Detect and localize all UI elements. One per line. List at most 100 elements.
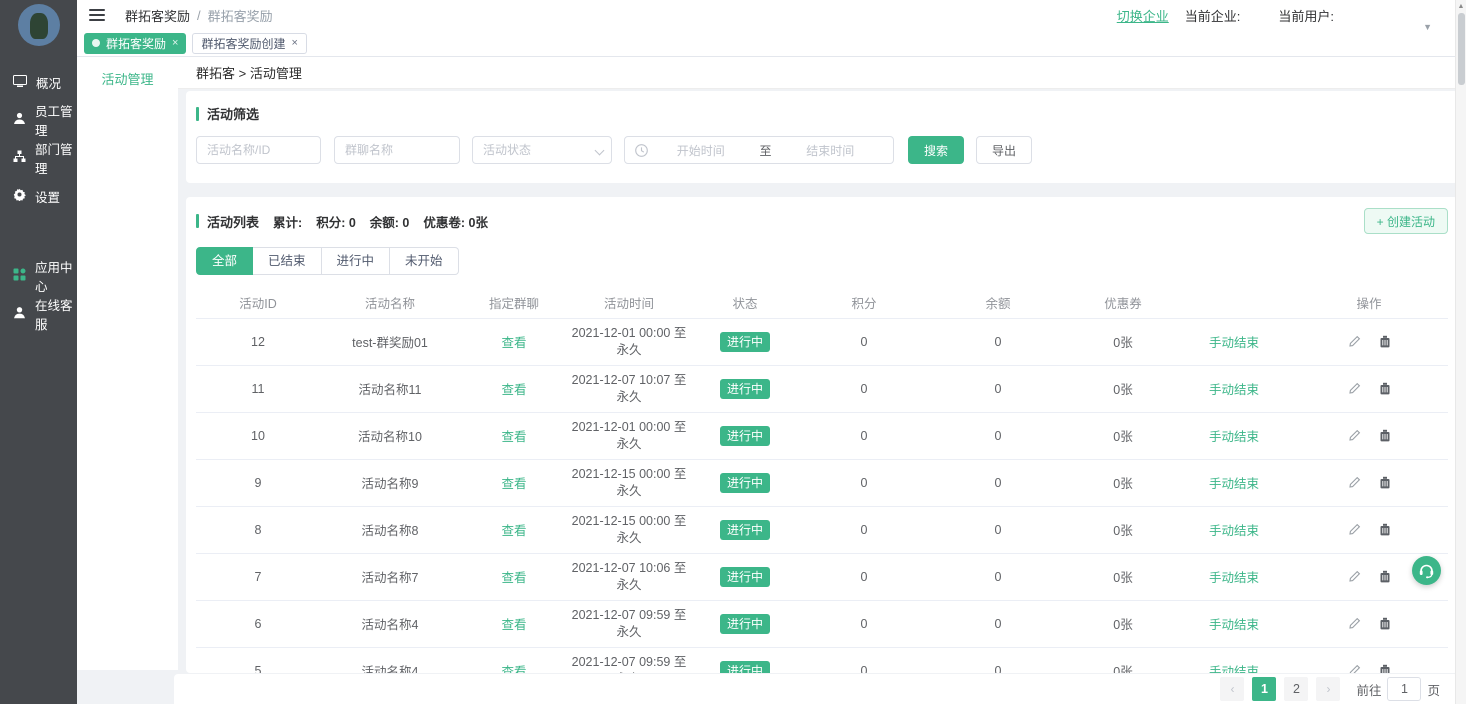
manual-end-link[interactable]: 手动结束 <box>1209 430 1259 444</box>
delete-icon[interactable] <box>1379 335 1391 348</box>
cell-balance: 0 <box>928 459 1068 506</box>
col-time: 活动时间 <box>568 287 690 318</box>
sidebar-item-online-service[interactable]: 在线客服 <box>0 302 77 326</box>
tab-all[interactable]: 全部 <box>196 247 253 275</box>
view-link[interactable]: 查看 <box>501 383 526 397</box>
date-range-picker[interactable]: 开始时间 至 结束时间 <box>624 136 894 164</box>
edit-icon[interactable] <box>1348 570 1361 583</box>
cell-points: 0 <box>800 459 928 506</box>
cell-balance: 0 <box>928 412 1068 459</box>
avatar[interactable] <box>18 4 60 46</box>
sidebar-item-app-center[interactable]: 应用中心 <box>0 264 77 288</box>
next-page-button[interactable]: › <box>1316 677 1340 701</box>
activity-name-input[interactable] <box>196 136 321 164</box>
cell-time-end: 永久 <box>568 671 690 674</box>
user-dropdown-caret-icon[interactable]: ▼ <box>1423 22 1432 32</box>
edit-icon[interactable] <box>1348 523 1361 536</box>
breadcrumb-root: 群拓客奖励 <box>125 6 190 25</box>
customer-service-fab[interactable] <box>1412 556 1441 585</box>
cell-points: 0 <box>800 600 928 647</box>
edit-icon[interactable] <box>1348 382 1361 395</box>
view-link[interactable]: 查看 <box>501 571 526 585</box>
primary-sidebar: 概况 员工管理 部门管理 设置 应用中心 在线客服 <box>0 0 77 704</box>
cell-coupon: 0张 <box>1068 412 1178 459</box>
manual-end-link[interactable]: 手动结束 <box>1209 383 1259 397</box>
range-to-label: 至 <box>754 142 778 159</box>
edit-icon[interactable] <box>1348 617 1361 630</box>
manual-end-link[interactable]: 手动结束 <box>1209 477 1259 491</box>
manual-end-link[interactable]: 手动结束 <box>1209 524 1259 538</box>
view-link[interactable]: 查看 <box>501 336 526 350</box>
group-name-input[interactable] <box>334 136 460 164</box>
delete-icon[interactable] <box>1379 664 1391 673</box>
delete-icon[interactable] <box>1379 476 1391 489</box>
page-scrollbar[interactable]: ▲ <box>1455 0 1466 704</box>
status-badge: 进行中 <box>720 567 770 587</box>
edit-icon[interactable] <box>1348 664 1361 673</box>
manual-end-link[interactable]: 手动结束 <box>1209 571 1259 585</box>
status-badge: 进行中 <box>720 332 770 352</box>
totals-summary: 累计: 积分: 0 余额: 0 优惠卷: 0张 <box>273 212 488 231</box>
cell-points: 0 <box>800 318 928 365</box>
delete-icon[interactable] <box>1379 429 1391 442</box>
view-link[interactable]: 查看 <box>501 618 526 632</box>
manual-end-link[interactable]: 手动结束 <box>1209 618 1259 632</box>
sidebar-item-staff[interactable]: 员工管理 <box>0 108 77 132</box>
scrollbar-thumb[interactable] <box>1458 13 1465 85</box>
cell-id: 7 <box>196 553 320 600</box>
start-time-placeholder[interactable]: 开始时间 <box>648 142 754 159</box>
sidebar-item-overview[interactable]: 概况 <box>0 70 77 94</box>
scroll-up-arrow-icon[interactable]: ▲ <box>1456 0 1466 12</box>
search-button[interactable]: 搜索 <box>908 136 964 164</box>
delete-icon[interactable] <box>1379 382 1391 395</box>
manual-end-link[interactable]: 手动结束 <box>1209 336 1259 350</box>
cell-time-end: 永久 <box>568 530 690 547</box>
delete-icon[interactable] <box>1379 570 1391 583</box>
cell-id: 5 <box>196 647 320 673</box>
app-window: 概况 员工管理 部门管理 设置 应用中心 在线客服 群拓客奖励 / <box>0 0 1466 704</box>
cell-time-start: 2021-12-07 09:59 至 <box>568 654 690 671</box>
export-button[interactable]: 导出 <box>976 136 1032 164</box>
prev-page-button[interactable]: ‹ <box>1220 677 1244 701</box>
col-balance: 余额 <box>928 287 1068 318</box>
page-button-2[interactable]: 2 <box>1284 677 1308 701</box>
tab-group-reward[interactable]: 群拓客奖励 × <box>84 33 186 54</box>
page-button-1[interactable]: 1 <box>1252 677 1276 701</box>
overview-icon <box>13 75 27 90</box>
create-activity-button[interactable]: + 创建活动 <box>1364 208 1448 234</box>
edit-icon[interactable] <box>1348 476 1361 489</box>
collapse-menu-icon[interactable] <box>89 9 105 21</box>
switch-company-link[interactable]: 切换企业 <box>1117 6 1169 25</box>
edit-icon[interactable] <box>1348 429 1361 442</box>
sidebar-item-department[interactable]: 部门管理 <box>0 146 77 170</box>
cell-balance: 0 <box>928 647 1068 673</box>
sidebar-item-settings[interactable]: 设置 <box>0 184 77 208</box>
end-time-placeholder[interactable]: 结束时间 <box>778 142 884 159</box>
close-icon[interactable]: × <box>172 37 178 49</box>
tab-ended[interactable]: 已结束 <box>253 247 322 275</box>
close-icon[interactable]: × <box>291 37 297 49</box>
view-link[interactable]: 查看 <box>501 430 526 444</box>
cell-coupon: 0张 <box>1068 459 1178 506</box>
pagination-bar: ‹ 1 2 › 前往 页 <box>174 674 1458 704</box>
edit-icon[interactable] <box>1348 335 1361 348</box>
tab-not-started[interactable]: 未开始 <box>390 247 459 275</box>
manual-end-link[interactable]: 手动结束 <box>1209 665 1259 673</box>
delete-icon[interactable] <box>1379 617 1391 630</box>
sidebar-item-label: 在线客服 <box>35 295 77 333</box>
section-accent-bar <box>196 107 199 121</box>
cell-id: 8 <box>196 506 320 553</box>
cell-time-end: 永久 <box>568 483 690 500</box>
goto-page-input[interactable] <box>1387 677 1421 701</box>
status-badge: 进行中 <box>720 379 770 399</box>
view-link[interactable]: 查看 <box>501 524 526 538</box>
tab-in-progress[interactable]: 进行中 <box>322 247 391 275</box>
tab-group-reward-create[interactable]: 群拓客奖励创建 × <box>192 33 306 54</box>
table-row: 11 活动名称11 查看 2021-12-07 10:07 至永久 进行中 0 … <box>196 365 1448 412</box>
view-link[interactable]: 查看 <box>501 665 526 673</box>
activity-status-select[interactable] <box>472 136 612 164</box>
delete-icon[interactable] <box>1379 523 1391 536</box>
activity-status-value[interactable] <box>472 136 612 164</box>
view-link[interactable]: 查看 <box>501 477 526 491</box>
submenu-item-activity-management[interactable]: 活动管理 <box>77 69 178 91</box>
